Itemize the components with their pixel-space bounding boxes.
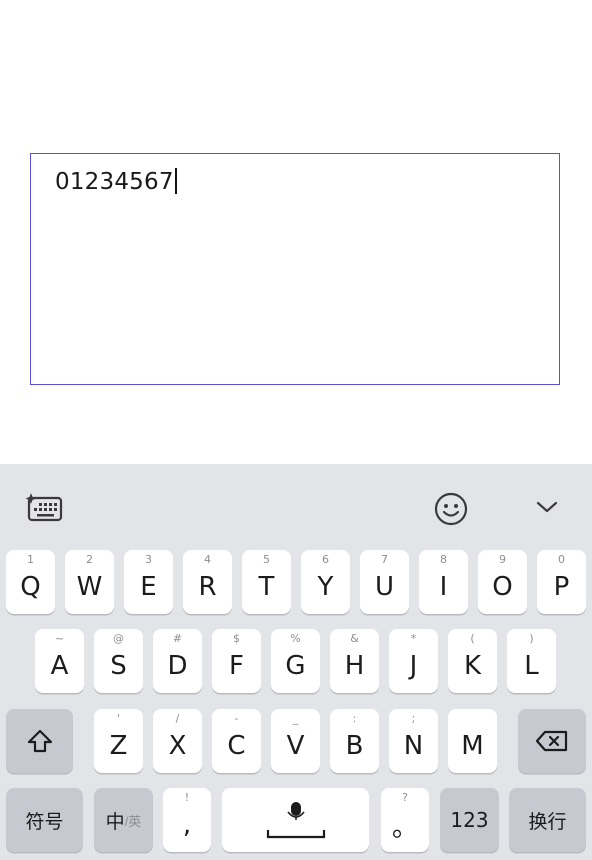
keyboard-toolbar xyxy=(0,464,592,544)
key-h[interactable]: & H xyxy=(330,629,379,693)
key-v[interactable]: _ V xyxy=(271,709,320,773)
key-e[interactable]: 3E xyxy=(124,550,173,614)
key-s[interactable]: @ S xyxy=(94,629,143,693)
enter-key[interactable]: 换行 xyxy=(509,788,586,852)
symbols-key[interactable]: 符号 xyxy=(6,788,83,852)
backspace-key[interactable] xyxy=(518,709,586,773)
key-o[interactable]: 9O xyxy=(478,550,527,614)
input-text: 01234567 xyxy=(55,168,177,195)
key-j[interactable]: * J xyxy=(389,629,438,693)
key-r[interactable]: 4R xyxy=(183,550,232,614)
key-u[interactable]: 7U xyxy=(360,550,409,614)
period-key[interactable]: ?。 xyxy=(381,788,429,852)
key-z[interactable]: ' Z xyxy=(94,709,143,773)
key-g[interactable]: % G xyxy=(271,629,320,693)
microphone-icon xyxy=(286,802,305,820)
text-caret xyxy=(174,168,177,194)
key-k[interactable]: (K xyxy=(448,629,497,693)
key-l[interactable]: ) L xyxy=(507,629,556,693)
space-bar-icon xyxy=(266,830,325,839)
chevron-down-icon[interactable] xyxy=(534,498,560,516)
key-d[interactable]: # D xyxy=(153,629,202,693)
key-y[interactable]: 6Y xyxy=(301,550,350,614)
key-i[interactable]: 8I xyxy=(419,550,468,614)
key-q[interactable]: 1Q xyxy=(6,550,55,614)
numbers-key[interactable]: 123 xyxy=(440,788,499,852)
key-x[interactable]: / X xyxy=(153,709,202,773)
shift-key[interactable] xyxy=(6,709,73,773)
key-n[interactable]: ; N xyxy=(389,709,438,773)
shift-icon xyxy=(27,729,52,753)
backspace-icon xyxy=(535,730,568,752)
soft-keyboard: 1Q 2W 3E 4R 5T 6Y 7U 8I 9O 0P ~ A @ S # D $… xyxy=(0,464,592,860)
key-b[interactable]: :B xyxy=(330,709,379,773)
keyboard-ai-icon[interactable] xyxy=(24,490,64,524)
key-a[interactable]: ~ A xyxy=(35,629,84,693)
comma-key[interactable]: !, xyxy=(163,788,211,852)
key-t[interactable]: 5T xyxy=(242,550,291,614)
emoji-icon[interactable] xyxy=(432,490,470,528)
key-f[interactable]: $ F xyxy=(212,629,261,693)
language-switch-key[interactable]: 中/英 xyxy=(94,788,153,852)
key-p[interactable]: 0P xyxy=(537,550,586,614)
key-m[interactable]: M xyxy=(448,709,497,773)
key-w[interactable]: 2W xyxy=(65,550,114,614)
text-input-box[interactable]: 01234567 xyxy=(30,153,560,385)
space-key[interactable] xyxy=(222,788,369,852)
key-c[interactable]: -C xyxy=(212,709,261,773)
